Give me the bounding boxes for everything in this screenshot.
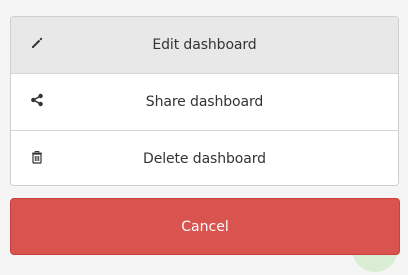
share-dashboard-label: Share dashboard: [145, 94, 264, 110]
trash-icon: [30, 150, 44, 164]
delete-dashboard-label: Delete dashboard: [143, 151, 266, 167]
dashboard-actions-menu: Edit dashboard Share dashboard Delete da…: [10, 16, 399, 186]
share-icon: [30, 93, 44, 107]
share-dashboard-item[interactable]: Share dashboard: [11, 74, 398, 131]
edit-dashboard-label: Edit dashboard: [152, 37, 257, 53]
cancel-label: Cancel: [181, 218, 229, 235]
edit-dashboard-item[interactable]: Edit dashboard: [11, 17, 398, 74]
delete-dashboard-item[interactable]: Delete dashboard: [11, 131, 398, 185]
pencil-icon: [30, 36, 44, 50]
cancel-button[interactable]: Cancel: [10, 198, 400, 255]
action-sheet-screen: Edit dashboard Share dashboard Delete da…: [0, 0, 408, 275]
